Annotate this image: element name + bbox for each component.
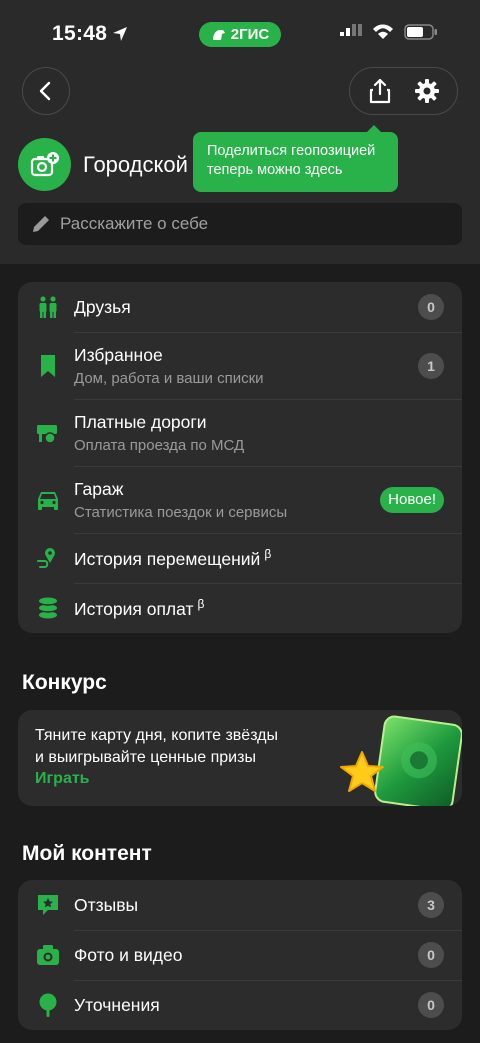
menu-item-payment-history[interactable]: История оплат β xyxy=(18,583,462,633)
menu-item-favorites[interactable]: Избранное Дом, работа и ваши списки 1 xyxy=(18,332,462,399)
profile-menu: Друзья 0 Избранное Дом, работа и ваши сп… xyxy=(18,282,462,633)
coins-icon xyxy=(36,596,60,620)
menu-item-label: История перемещений xyxy=(74,548,261,569)
menu-item-subtitle: Оплата проезда по МСД xyxy=(74,436,245,454)
profile-name[interactable]: Городской xyxy=(83,152,188,178)
contest-card[interactable]: Тяните карту дня, копите звёзды и выигры… xyxy=(18,710,462,806)
count-badge: 0 xyxy=(418,942,444,968)
location-history-icon xyxy=(36,546,60,570)
pencil-icon xyxy=(33,216,49,232)
friends-icon xyxy=(36,295,60,319)
share-location-tooltip[interactable]: Поделиться геопозицией теперь можно здес… xyxy=(193,132,398,192)
tooltip-line-2: теперь можно здесь xyxy=(207,162,343,178)
contest-section-title: Конкурс xyxy=(22,671,107,694)
menu-item-subtitle: Дом, работа и ваши списки xyxy=(74,369,264,387)
menu-item-location-history[interactable]: История перемещений β xyxy=(18,533,462,583)
menu-item-label: Платные дороги xyxy=(74,411,207,432)
beta-mark: β xyxy=(264,546,272,561)
camera-icon xyxy=(36,943,60,967)
count-badge: 1 xyxy=(418,352,444,379)
menu-item-label: История оплат xyxy=(74,598,194,619)
brand-pill[interactable]: 2ГИС xyxy=(199,22,281,47)
menu-item-label: Гараж xyxy=(74,478,124,499)
menu-item-subtitle: Статистика поездок и сервисы xyxy=(74,503,288,521)
my-content-list: Отзывы 3 Фото и видео 0 Уточнения 0 xyxy=(18,880,462,1030)
toll-road-icon xyxy=(36,421,60,445)
brand-label: 2ГИС xyxy=(230,26,270,43)
content-item-reviews[interactable]: Отзывы 3 xyxy=(18,880,462,930)
card-and-star-illustration xyxy=(340,715,462,806)
count-badge: 0 xyxy=(418,992,444,1018)
pin-icon xyxy=(36,993,60,1017)
menu-item-toll-roads[interactable]: Платные дороги Оплата проезда по МСД xyxy=(18,399,462,466)
back-button[interactable] xyxy=(22,67,70,115)
share-icon xyxy=(369,78,390,104)
content-item-photos[interactable]: Фото и видео 0 xyxy=(18,930,462,980)
about-input[interactable]: Расскажите о себе xyxy=(18,203,462,245)
menu-item-label: Избранное xyxy=(74,344,163,365)
new-badge: Новое! xyxy=(380,486,444,513)
play-link[interactable]: Играть xyxy=(35,770,90,788)
bookmark-icon xyxy=(36,354,60,378)
count-badge: 0 xyxy=(418,294,444,320)
content-item-label: Уточнения xyxy=(74,994,160,1015)
my-content-section-title: Мой контент xyxy=(22,842,152,865)
signal-icon xyxy=(340,24,362,36)
menu-item-label: Друзья xyxy=(74,296,131,317)
car-icon xyxy=(36,488,60,512)
contest-text-line-2: и выигрывайте ценные призы xyxy=(35,749,256,766)
menu-item-garage[interactable]: Гараж Статистика поездок и сервисы Новое… xyxy=(18,466,462,533)
content-item-label: Фото и видео xyxy=(74,944,183,965)
review-icon xyxy=(36,893,60,917)
content-item-corrections[interactable]: Уточнения 0 xyxy=(18,980,462,1030)
status-indicators xyxy=(340,24,438,40)
about-placeholder: Расскажите о себе xyxy=(60,214,209,233)
dog-logo-icon xyxy=(212,29,225,40)
add-photo-avatar[interactable] xyxy=(18,138,71,191)
beta-mark: β xyxy=(197,596,205,611)
count-badge: 3 xyxy=(418,892,444,918)
battery-icon xyxy=(404,24,437,40)
tooltip-line-1: Поделиться геопозицией xyxy=(207,143,376,159)
status-time: 15:48 xyxy=(52,22,108,45)
camera-add-icon xyxy=(30,151,59,176)
location-arrow-icon xyxy=(113,27,127,41)
contest-text-line-1: Тяните карту дня, копите звёзды xyxy=(35,727,279,744)
chevron-left-icon xyxy=(39,81,51,101)
header-actions xyxy=(349,67,458,115)
menu-item-friends[interactable]: Друзья 0 xyxy=(18,282,462,332)
settings-button[interactable] xyxy=(405,69,449,113)
gear-icon xyxy=(415,79,440,103)
contest-text: Тяните карту дня, копите звёзды и выигры… xyxy=(35,725,278,769)
content-item-label: Отзывы xyxy=(74,894,139,915)
share-button[interactable] xyxy=(358,69,402,113)
wifi-icon xyxy=(373,24,393,39)
